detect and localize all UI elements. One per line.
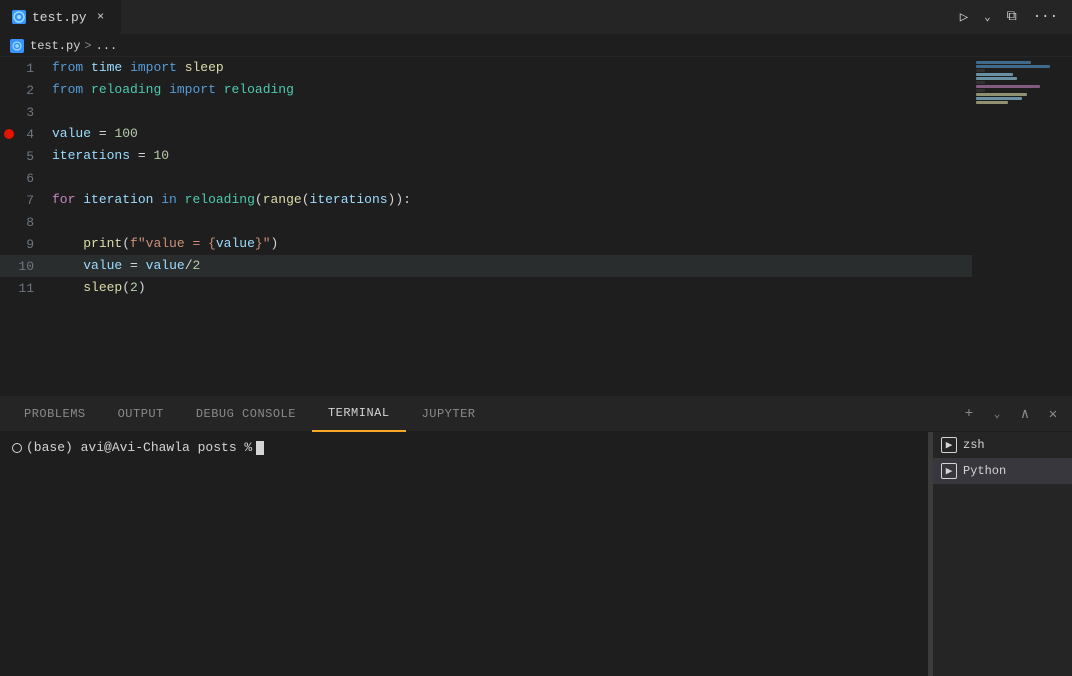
panel-tabs-bar: PROBLEMS OUTPUT DEBUG CONSOLE TERMINAL J…: [0, 397, 1072, 432]
line-number-9: 9: [0, 237, 48, 252]
terminal-sidebar: ▶ zsh ▶ Python: [932, 432, 1072, 676]
code-line-7[interactable]: 7 for iteration in reloading(range(itera…: [0, 189, 972, 211]
line-content-2: from reloading import reloading: [48, 79, 294, 101]
code-line-8[interactable]: 8: [0, 211, 972, 233]
more-actions-button[interactable]: ···: [1029, 7, 1062, 27]
tab-problems[interactable]: PROBLEMS: [8, 397, 102, 432]
terminal-python-label: Python: [963, 464, 1006, 478]
line-content-9: print(f"value = {value}"): [48, 233, 278, 255]
split-editor-button[interactable]: ⧉: [1003, 7, 1021, 27]
line-content-11: sleep(2): [48, 277, 146, 299]
tab-debug-console[interactable]: DEBUG CONSOLE: [180, 397, 312, 432]
code-line-9[interactable]: 9 print(f"value = {value}"): [0, 233, 972, 255]
line-content-5: iterations = 10: [48, 145, 169, 167]
terminal-python-icon: ▶: [941, 463, 957, 479]
line-number-3: 3: [0, 105, 48, 120]
close-panel-button[interactable]: ✕: [1042, 403, 1064, 425]
run-dropdown-button[interactable]: ⌄: [980, 8, 995, 26]
line-number-11: 11: [0, 281, 48, 296]
tab-bar: test.py × ▷ ⌄ ⧉ ···: [0, 0, 1072, 35]
code-line-6[interactable]: 6: [0, 167, 972, 189]
terminal-main[interactable]: (base) avi@Avi-Chawla posts %: [0, 432, 928, 676]
line-number-7: 7: [0, 193, 48, 208]
code-line-1[interactable]: 1 from time import sleep: [0, 57, 972, 79]
tab-output[interactable]: OUTPUT: [102, 397, 180, 432]
code-line-2[interactable]: 2 from reloading import reloading: [0, 79, 972, 101]
terminal-prompt-text: (base) avi@Avi-Chawla posts %: [26, 440, 252, 455]
code-area: 1 from time import sleep 2 from reloadin…: [0, 57, 972, 396]
line-number-6: 6: [0, 171, 48, 186]
tab-terminal[interactable]: TERMINAL: [312, 397, 406, 432]
breadcrumb: test.py > ...: [0, 35, 1072, 57]
editor-actions: ▷ ⌄ ⧉ ···: [956, 7, 1072, 28]
terminal-session-zsh[interactable]: ▶ zsh: [933, 432, 1072, 458]
line-content-1: from time import sleep: [48, 57, 224, 79]
terminal-body: (base) avi@Avi-Chawla posts % ▶ zsh ▶ Py…: [0, 432, 1072, 676]
minimap[interactable]: [972, 57, 1072, 396]
code-line-3[interactable]: 3: [0, 101, 972, 123]
terminal-session-python[interactable]: ▶ Python: [933, 458, 1072, 484]
prompt-circle-icon: [12, 443, 22, 453]
code-line-11[interactable]: 11 sleep(2): [0, 277, 972, 299]
bottom-panel: PROBLEMS OUTPUT DEBUG CONSOLE TERMINAL J…: [0, 396, 1072, 676]
tab-test-py[interactable]: test.py ×: [0, 0, 122, 35]
terminal-prompt-line: (base) avi@Avi-Chawla posts %: [12, 440, 916, 455]
line-number-1: 1: [0, 61, 48, 76]
terminal-zsh-icon: ▶: [941, 437, 957, 453]
breadcrumb-file-icon: [10, 39, 24, 53]
code-line-4[interactable]: 4 value = 100: [0, 123, 972, 145]
breadcrumb-filename[interactable]: test.py: [30, 39, 80, 53]
editor-main[interactable]: 1 from time import sleep 2 from reloadin…: [0, 57, 972, 396]
breadcrumb-rest[interactable]: ...: [96, 39, 118, 53]
breadcrumb-separator: >: [84, 39, 91, 53]
editor-container: 1 from time import sleep 2 from reloadin…: [0, 57, 1072, 396]
line-number-10: 10: [0, 259, 48, 274]
line-content-7: for iteration in reloading(range(iterati…: [48, 189, 411, 211]
maximize-panel-button[interactable]: ∧: [1014, 403, 1036, 425]
tab-jupyter[interactable]: JUPYTER: [406, 397, 492, 432]
tab-filename: test.py: [32, 10, 87, 25]
run-button[interactable]: ▷: [956, 7, 972, 28]
line-content-10: value = value/2: [48, 255, 200, 277]
code-line-10[interactable]: 10 value = value/2: [0, 255, 972, 277]
line-number-4: 4: [0, 127, 48, 142]
tabs-container: test.py ×: [0, 0, 122, 35]
line-content-4: value = 100: [48, 123, 138, 145]
terminal-dropdown-button[interactable]: ⌄: [986, 403, 1008, 425]
panel-tabs-left: PROBLEMS OUTPUT DEBUG CONSOLE TERMINAL J…: [8, 397, 491, 432]
line-number-2: 2: [0, 83, 48, 98]
breakpoint-indicator: [4, 129, 14, 139]
code-line-5[interactable]: 5 iterations = 10: [0, 145, 972, 167]
file-icon: [12, 10, 26, 24]
tab-close-button[interactable]: ×: [93, 9, 109, 25]
minimap-content: [976, 61, 1068, 105]
panel-tab-actions: + ⌄ ∧ ✕: [958, 403, 1064, 425]
new-terminal-button[interactable]: +: [958, 403, 980, 425]
line-number-8: 8: [0, 215, 48, 230]
line-number-5: 5: [0, 149, 48, 164]
terminal-cursor: [256, 440, 264, 455]
terminal-zsh-label: zsh: [963, 438, 985, 452]
